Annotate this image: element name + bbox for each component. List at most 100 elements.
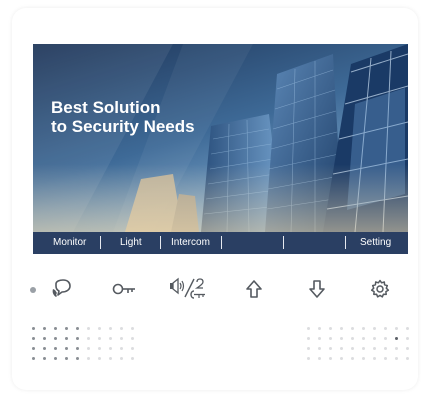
grille-dot (362, 337, 365, 340)
grille-dot (32, 347, 35, 350)
grille-dot (109, 327, 112, 330)
menu-divider (100, 236, 101, 249)
grille-dot (32, 357, 35, 360)
grille-dot (395, 357, 398, 360)
grille-dot (362, 357, 365, 360)
down-button[interactable] (303, 276, 331, 302)
menu-divider (283, 236, 284, 249)
grille-dot (109, 357, 112, 360)
grille-dot (76, 347, 79, 350)
grille-dot (87, 327, 90, 330)
grille-dot (384, 357, 387, 360)
grille-dot (329, 327, 332, 330)
grille-dot (351, 357, 354, 360)
grille-dot (109, 337, 112, 340)
grille-dot (307, 357, 310, 360)
grille-dot (120, 337, 123, 340)
grille-dot (340, 347, 343, 350)
grille-dot (54, 357, 57, 360)
grille-dot (131, 357, 134, 360)
grille-dot (32, 327, 35, 330)
grille-dot (32, 337, 35, 340)
grille-dot (351, 327, 354, 330)
speaker-grille-left (32, 327, 142, 367)
up-button[interactable] (240, 276, 268, 302)
arrow-down-icon (309, 280, 325, 298)
grille-dot (340, 327, 343, 330)
grille-dot (120, 327, 123, 330)
grille-dot (120, 347, 123, 350)
headline-line-2: to Security Needs (51, 117, 195, 136)
menu-item-intercom[interactable]: Intercom (171, 236, 210, 250)
grille-dot (318, 357, 321, 360)
grille-dot (76, 337, 79, 340)
menu-item-setting[interactable]: Setting (360, 236, 391, 250)
arrow-up-icon (246, 280, 262, 298)
monitor-talk-button[interactable] (48, 276, 76, 302)
grille-dot (373, 327, 376, 330)
grille-dot (87, 337, 90, 340)
grille-dot (373, 337, 376, 340)
grille-dot (384, 347, 387, 350)
unlock-button[interactable] (110, 276, 138, 302)
grille-dot (406, 357, 409, 360)
status-led (30, 287, 36, 293)
display-screen: Best Solution to Security Needs Monitor … (33, 44, 408, 254)
grille-dot (329, 347, 332, 350)
monitor-talk-icon (52, 279, 71, 297)
grille-dot (351, 337, 354, 340)
menu-divider (160, 236, 161, 249)
grille-dot (131, 347, 134, 350)
volume-key2-icon (170, 277, 205, 299)
grille-dot (120, 357, 123, 360)
grille-dot (406, 347, 409, 350)
grille-dot (43, 327, 46, 330)
grille-dot (395, 337, 398, 340)
grille-dot (307, 337, 310, 340)
grille-dot (395, 327, 398, 330)
grille-dot (43, 357, 46, 360)
grille-dot (131, 337, 134, 340)
grille-dot (98, 337, 101, 340)
soft-key-menu-bar: Monitor Light Intercom Setting (33, 232, 408, 254)
grille-dot (373, 347, 376, 350)
volume-unlock2-button[interactable] (168, 276, 208, 302)
grille-dot (76, 357, 79, 360)
grille-dot (54, 347, 57, 350)
grille-dot (43, 337, 46, 340)
menu-item-light[interactable]: Light (120, 236, 142, 250)
grille-dot (362, 347, 365, 350)
grille-dot (54, 337, 57, 340)
speaker-grille-right (307, 327, 417, 367)
grille-dot (384, 337, 387, 340)
menu-item-monitor[interactable]: Monitor (53, 236, 86, 250)
grille-dot (109, 347, 112, 350)
banner-image (33, 44, 408, 232)
grille-dot (87, 357, 90, 360)
grille-dot (65, 357, 68, 360)
settings-button[interactable] (366, 276, 394, 302)
grille-dot (307, 347, 310, 350)
gear-icon (370, 279, 390, 298)
grille-dot (406, 327, 409, 330)
grille-dot (98, 347, 101, 350)
grille-dot (54, 327, 57, 330)
grille-dot (318, 337, 321, 340)
grille-dot (340, 337, 343, 340)
grille-dot (87, 347, 90, 350)
grille-dot (340, 357, 343, 360)
grille-dot (384, 327, 387, 330)
grille-dot (318, 327, 321, 330)
grille-dot (362, 327, 365, 330)
grille-dot (131, 327, 134, 330)
grille-dot (43, 347, 46, 350)
grille-dot (76, 327, 79, 330)
key-unlock-icon (112, 283, 135, 295)
grille-dot (395, 347, 398, 350)
banner-headline: Best Solution to Security Needs (51, 98, 195, 136)
grille-dot (329, 357, 332, 360)
menu-divider (345, 236, 346, 249)
grille-dot (406, 337, 409, 340)
grille-dot (351, 347, 354, 350)
grille-dot (65, 327, 68, 330)
